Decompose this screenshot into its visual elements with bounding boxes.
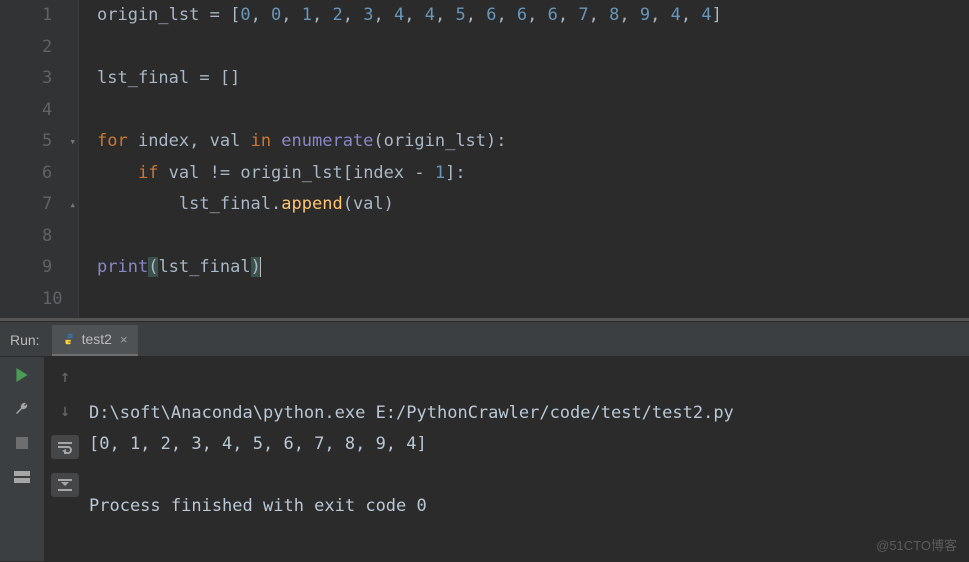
run-toolbar: Run: test2 × bbox=[0, 321, 969, 357]
layout-icon[interactable] bbox=[12, 467, 32, 487]
rerun-icon[interactable] bbox=[12, 365, 32, 385]
run-tab[interactable]: test2 × bbox=[52, 325, 138, 356]
wrench-icon[interactable] bbox=[12, 399, 32, 419]
python-file-icon bbox=[62, 332, 76, 346]
gutter-line: 5▾ bbox=[0, 126, 78, 158]
code-line[interactable]: origin_lst = [0, 0, 1, 2, 3, 4, 4, 5, 6,… bbox=[97, 0, 969, 32]
console-line: [0, 1, 2, 3, 4, 5, 6, 7, 8, 9, 4] bbox=[89, 434, 427, 454]
close-icon[interactable]: × bbox=[120, 332, 128, 347]
code-line[interactable]: lst_final = [] bbox=[97, 63, 969, 95]
code-area[interactable]: origin_lst = [0, 0, 1, 2, 3, 4, 4, 5, 6,… bbox=[79, 0, 969, 318]
run-panel: ↑ ↓ D:\soft\Anaconda\python.exe E:/Pytho… bbox=[0, 357, 969, 561]
fold-close-icon[interactable]: ▴ bbox=[69, 189, 76, 221]
gutter-line: 8 bbox=[0, 221, 78, 253]
gutter-line: 2 bbox=[0, 32, 78, 64]
gutter-line: 6 bbox=[0, 158, 78, 190]
console-line: D:\soft\Anaconda\python.exe E:/PythonCra… bbox=[89, 403, 734, 423]
arrow-up-icon[interactable]: ↑ bbox=[55, 367, 75, 387]
arrow-down-icon[interactable]: ↓ bbox=[55, 401, 75, 421]
gutter-line: 9 bbox=[0, 252, 78, 284]
code-editor[interactable]: 1 2 3 4 5▾ 6 7▴ 8 9 10 origin_lst = [0, … bbox=[0, 0, 969, 318]
code-line[interactable] bbox=[97, 221, 969, 253]
code-line[interactable]: for index, val in enumerate(origin_lst): bbox=[97, 126, 969, 158]
gutter-line: 7▴ bbox=[0, 189, 78, 221]
gutter-line: 3 bbox=[0, 63, 78, 95]
gutter: 1 2 3 4 5▾ 6 7▴ 8 9 10 bbox=[0, 0, 79, 318]
caret bbox=[260, 257, 261, 277]
gutter-line: 4 bbox=[0, 95, 78, 127]
console-output[interactable]: D:\soft\Anaconda\python.exe E:/PythonCra… bbox=[85, 357, 969, 561]
code-line[interactable]: print(lst_final) bbox=[97, 252, 969, 284]
fold-open-icon[interactable]: ▾ bbox=[69, 126, 76, 158]
code-line[interactable]: if val != origin_lst[index - 1]: bbox=[97, 158, 969, 190]
soft-wrap-icon[interactable] bbox=[51, 435, 79, 459]
code-line[interactable] bbox=[97, 32, 969, 64]
code-line[interactable] bbox=[97, 284, 969, 316]
code-line[interactable]: lst_final.append(val) bbox=[97, 189, 969, 221]
console-line: Process finished with exit code 0 bbox=[89, 496, 427, 516]
gutter-line: 1 bbox=[0, 0, 78, 32]
run-tool-column bbox=[0, 357, 45, 561]
gutter-line: 10 bbox=[0, 284, 78, 316]
run-label: Run: bbox=[10, 332, 40, 356]
run-tab-label: test2 bbox=[82, 331, 112, 347]
scroll-to-end-icon[interactable] bbox=[51, 473, 79, 497]
watermark: @51CTO博客 bbox=[876, 535, 957, 554]
stop-icon[interactable] bbox=[12, 433, 32, 453]
code-line[interactable] bbox=[97, 95, 969, 127]
console-arrow-column: ↑ ↓ bbox=[45, 357, 85, 561]
